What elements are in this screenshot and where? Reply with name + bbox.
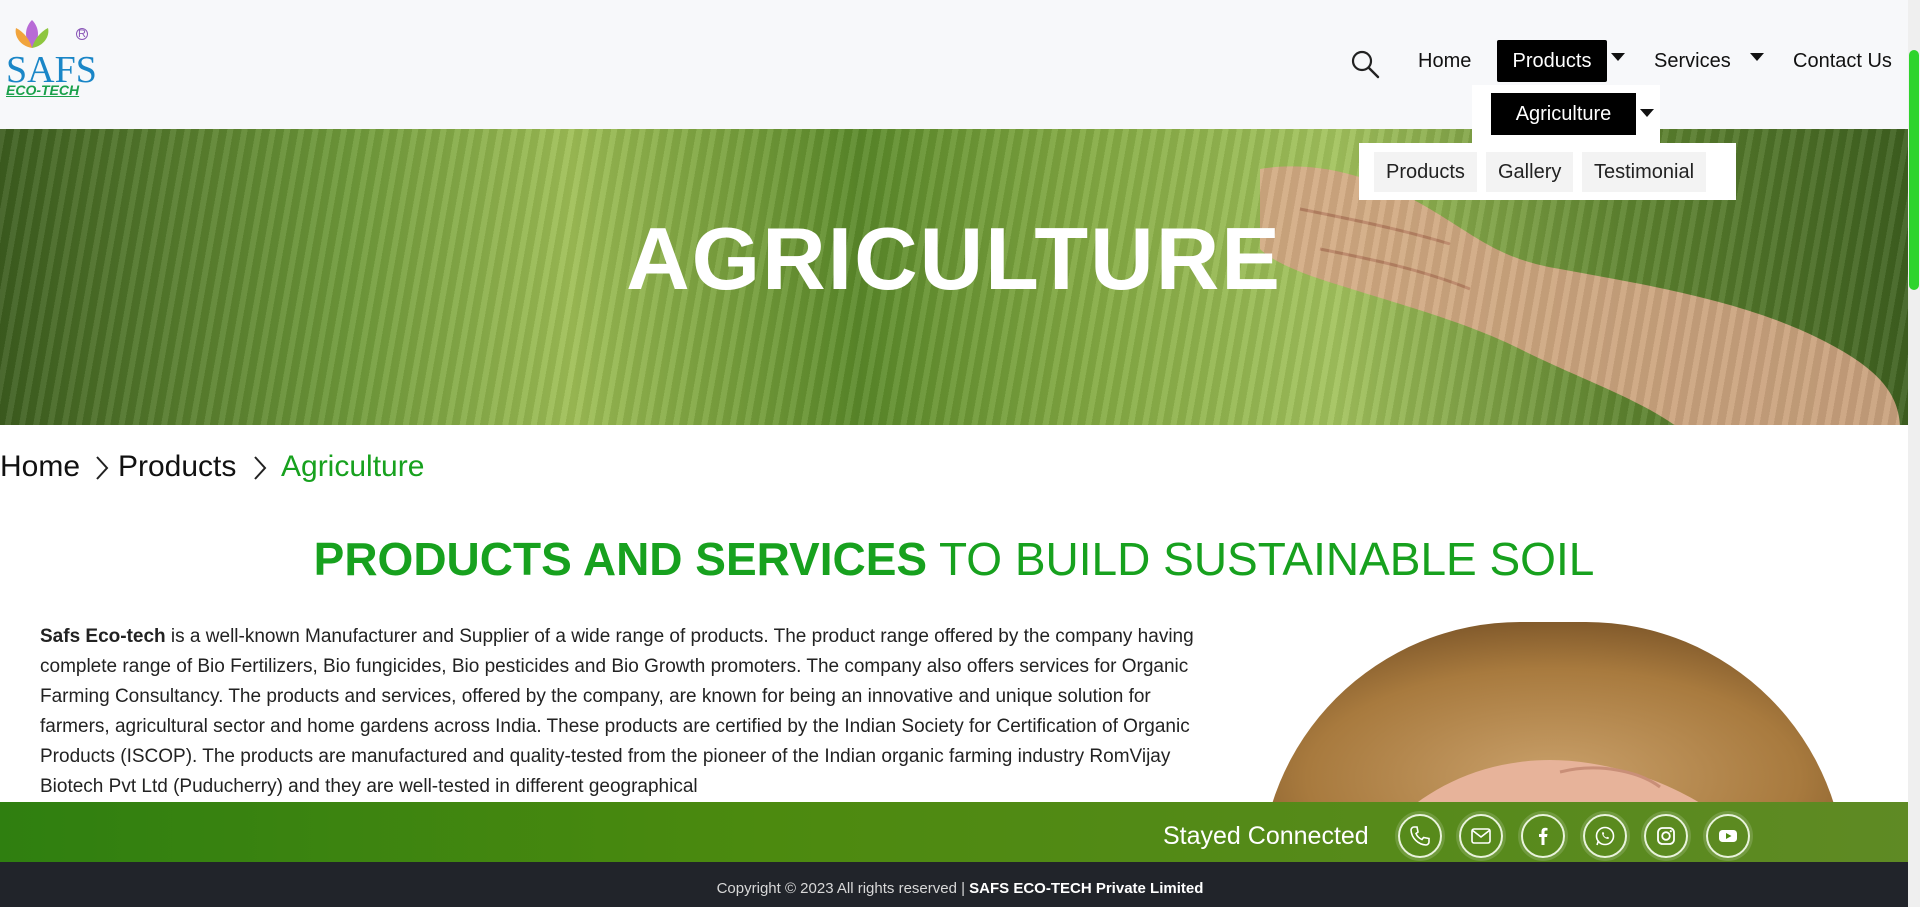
breadcrumb-products[interactable]: Products (118, 450, 236, 484)
facebook-icon[interactable] (1521, 814, 1565, 858)
whatsapp-icon[interactable] (1583, 814, 1627, 858)
section-heading: PRODUCTS AND SERVICES TO BUILD SUSTAINAB… (0, 532, 1908, 586)
products-chevron-down-icon[interactable] (1611, 53, 1625, 61)
page-title: AGRICULTURE (626, 209, 1282, 308)
footer-copyright: Copyright © 2023 All rights reserved | (716, 880, 970, 897)
instagram-icon[interactable] (1644, 814, 1688, 858)
footer: Copyright © 2023 All rights reserved | S… (0, 862, 1920, 907)
registered-mark: R (76, 28, 88, 40)
search-icon[interactable] (1350, 49, 1380, 79)
social-bar-label: Stayed Connected (1163, 822, 1369, 850)
heading-rest: TO BUILD SUSTAINABLE SOIL (927, 533, 1595, 585)
submenu-item-gallery[interactable]: Gallery (1486, 152, 1574, 192)
mail-icon[interactable] (1459, 814, 1503, 858)
nav-contact-us[interactable]: Contact Us (1793, 40, 1892, 82)
breadcrumb-current: Agriculture (281, 450, 425, 483)
footer-company: SAFS ECO-TECH Private Limited (969, 880, 1204, 897)
intro-text: is a well-known Manufacturer and Supplie… (40, 626, 1194, 797)
company-name: Safs Eco-tech (40, 626, 166, 647)
nav-services[interactable]: Services (1654, 40, 1731, 82)
youtube-icon[interactable] (1706, 814, 1750, 858)
agriculture-chevron-down-icon[interactable] (1640, 109, 1654, 117)
chevron-right-icon (96, 456, 109, 480)
phone-icon[interactable] (1398, 814, 1442, 858)
breadcrumb-home[interactable]: Home (0, 450, 80, 484)
lotus-icon (15, 20, 49, 48)
logo-subtext[interactable]: ECO-TECH (6, 82, 79, 98)
services-chevron-down-icon[interactable] (1750, 53, 1764, 61)
intro-paragraph: Safs Eco-tech is a well-known Manufactur… (40, 622, 1200, 802)
social-bar (0, 802, 1920, 862)
nav-home[interactable]: Home (1418, 40, 1471, 82)
submenu-item-products[interactable]: Products (1374, 152, 1477, 192)
dropdown-item-agriculture[interactable]: Agriculture (1491, 93, 1636, 135)
submenu-item-testimonial[interactable]: Testimonial (1582, 152, 1707, 192)
nav-products[interactable]: Products (1497, 40, 1607, 82)
chevron-right-icon (254, 456, 267, 480)
heading-bold: PRODUCTS AND SERVICES (313, 533, 928, 585)
scrollbar-thumb[interactable] (1909, 50, 1919, 290)
